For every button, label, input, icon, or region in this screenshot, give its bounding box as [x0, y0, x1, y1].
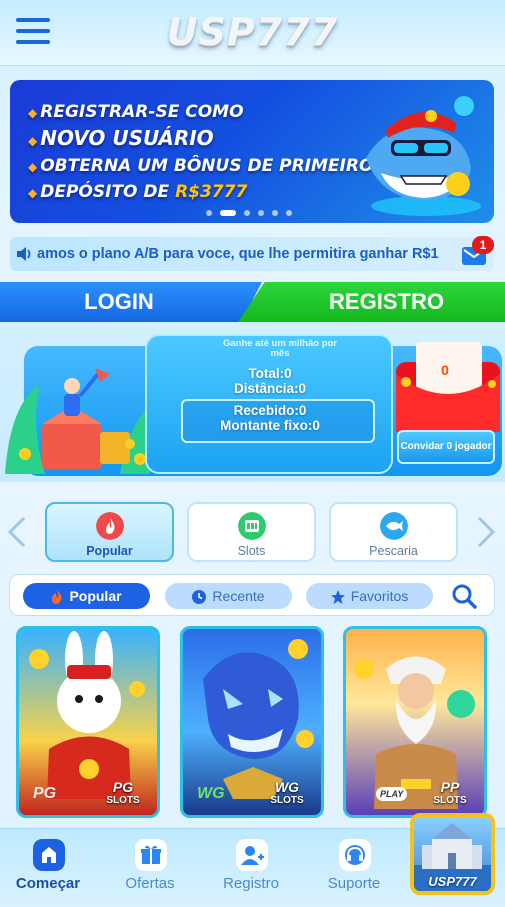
game-card[interactable]: PG PG SLOTS	[16, 626, 160, 818]
filter-recent[interactable]: Recente	[165, 583, 292, 609]
announcement-bar: amos o plano A/B para voce, que lhe perm…	[10, 237, 494, 271]
game-tag: WG SLOTS	[261, 779, 313, 807]
nav-register[interactable]: Registro	[211, 839, 291, 901]
banner-dot[interactable]	[286, 210, 292, 216]
banner-dot[interactable]	[258, 210, 264, 216]
announcement-text: amos o plano A/B para voce, que lhe perm…	[37, 246, 439, 262]
referral-received: Recebido:0	[233, 403, 307, 418]
invite-button[interactable]: Convidar 0 jogador	[397, 430, 495, 464]
banner-dot-active[interactable]	[220, 210, 236, 216]
referral-total: Total:0	[248, 366, 292, 381]
referral-distance: Distância:0	[233, 381, 307, 396]
site-logo[interactable]: USP777	[160, 10, 345, 54]
flame-icon	[96, 512, 124, 540]
game-tag-bottom: SLOTS	[106, 795, 140, 806]
banner-text: ◆ REGISTRAR-SE COMO ◆ NOVO USUÁRIO ◆ OBTERN…	[28, 100, 374, 206]
category-row: Popular Slots Pescaria	[0, 500, 505, 564]
banner-line-1: ◆ REGISTRAR-SE COMO	[28, 102, 244, 122]
nav-label: Começar	[15, 875, 81, 892]
chevron-left-icon[interactable]	[6, 516, 28, 548]
referral-subtitle: Ganhe até um milhão por mês	[222, 338, 338, 359]
banner-pagination	[206, 210, 316, 218]
filter-favorites[interactable]: Favoritos	[306, 583, 433, 609]
nav-support[interactable]: Suporte	[314, 839, 394, 901]
game-card[interactable]: WG WG SLOTS	[180, 626, 324, 818]
red-envelope-icon	[396, 342, 500, 432]
category-slots[interactable]: Slots	[187, 502, 316, 562]
gift-icon	[135, 839, 167, 871]
game-tag: PP SLOTS	[424, 779, 476, 807]
clock-icon	[192, 590, 207, 605]
game-provider: PG	[33, 785, 57, 802]
game-tag-bottom: SLOTS	[270, 795, 304, 806]
nav-label: Suporte	[327, 875, 381, 892]
banner-dot[interactable]	[272, 210, 278, 216]
mail-badge: 1	[472, 236, 494, 254]
speaker-icon	[17, 247, 31, 261]
category-label: Pescaria	[369, 544, 418, 558]
user-add-icon	[236, 839, 268, 871]
banner-amount: R$3777	[175, 182, 248, 202]
login-button[interactable]: LOGIN	[0, 282, 262, 322]
game-tag-bottom: SLOTS	[433, 795, 467, 806]
nav-start[interactable]: Começar	[8, 839, 88, 901]
category-label: Slots	[237, 544, 266, 558]
filter-label: Popular	[69, 588, 122, 604]
filter-tabs: Popular Recente Favoritos	[9, 574, 495, 616]
filter-popular[interactable]: Popular	[23, 583, 150, 609]
nav-offers[interactable]: Ofertas	[110, 839, 190, 901]
referral-fixed-amount: Montante fixo:0	[220, 418, 320, 433]
slot-machine-icon	[238, 512, 266, 540]
game-provider: WG	[197, 785, 225, 802]
headset-icon	[339, 839, 371, 871]
app-header: USP777	[0, 0, 505, 66]
register-button[interactable]: REGISTRO	[238, 282, 505, 322]
category-label: Popular	[86, 544, 133, 558]
flame-icon	[52, 590, 62, 605]
chevron-right-icon[interactable]	[475, 516, 497, 548]
category-popular[interactable]: Popular	[45, 502, 174, 562]
referral-promo: Ganhe até um milhão por mês Total:0 Dist…	[0, 322, 505, 482]
banner-line-2: ◆ NOVO USUÁRIO	[28, 126, 214, 150]
nav-label: Registro	[223, 875, 279, 892]
game-tag-top: WG	[274, 779, 300, 795]
corner-promo-label: USP777	[428, 874, 477, 889]
game-tag: PG SLOTS	[97, 779, 149, 807]
auth-buttons: LOGIN REGISTRO	[0, 282, 505, 322]
search-icon[interactable]	[451, 583, 477, 609]
game-tag-top: PG	[112, 779, 134, 795]
envelope-value: 0	[441, 362, 449, 378]
menu-icon[interactable]	[16, 18, 50, 46]
star-icon	[330, 590, 345, 605]
game-card[interactable]: PLAY PP SLOTS	[343, 626, 487, 818]
promo-banner[interactable]: ◆ REGISTRAR-SE COMO ◆ NOVO USUÁRIO ◆ OBTERN…	[10, 80, 494, 223]
nav-label: Ofertas	[125, 875, 175, 892]
category-fishing[interactable]: Pescaria	[329, 502, 458, 562]
banner-dot[interactable]	[206, 210, 212, 216]
game-tag-top: PP	[440, 779, 460, 795]
filter-label: Favoritos	[350, 588, 409, 604]
banner-line-3: ◆ OBTERNA UM BÔNUS DE PRIMEIRO	[28, 156, 374, 176]
game-provider: PLAY	[376, 787, 408, 801]
banner-dot[interactable]	[244, 210, 250, 216]
home-icon	[33, 839, 65, 871]
filter-label: Recente	[212, 588, 265, 604]
banner-line-4: ◆ DEPÓSITO DE R$3777	[28, 182, 248, 202]
fish-icon	[380, 512, 408, 540]
shark-mascot-icon	[366, 96, 481, 216]
corner-promo-badge[interactable]: USP777	[410, 813, 495, 895]
